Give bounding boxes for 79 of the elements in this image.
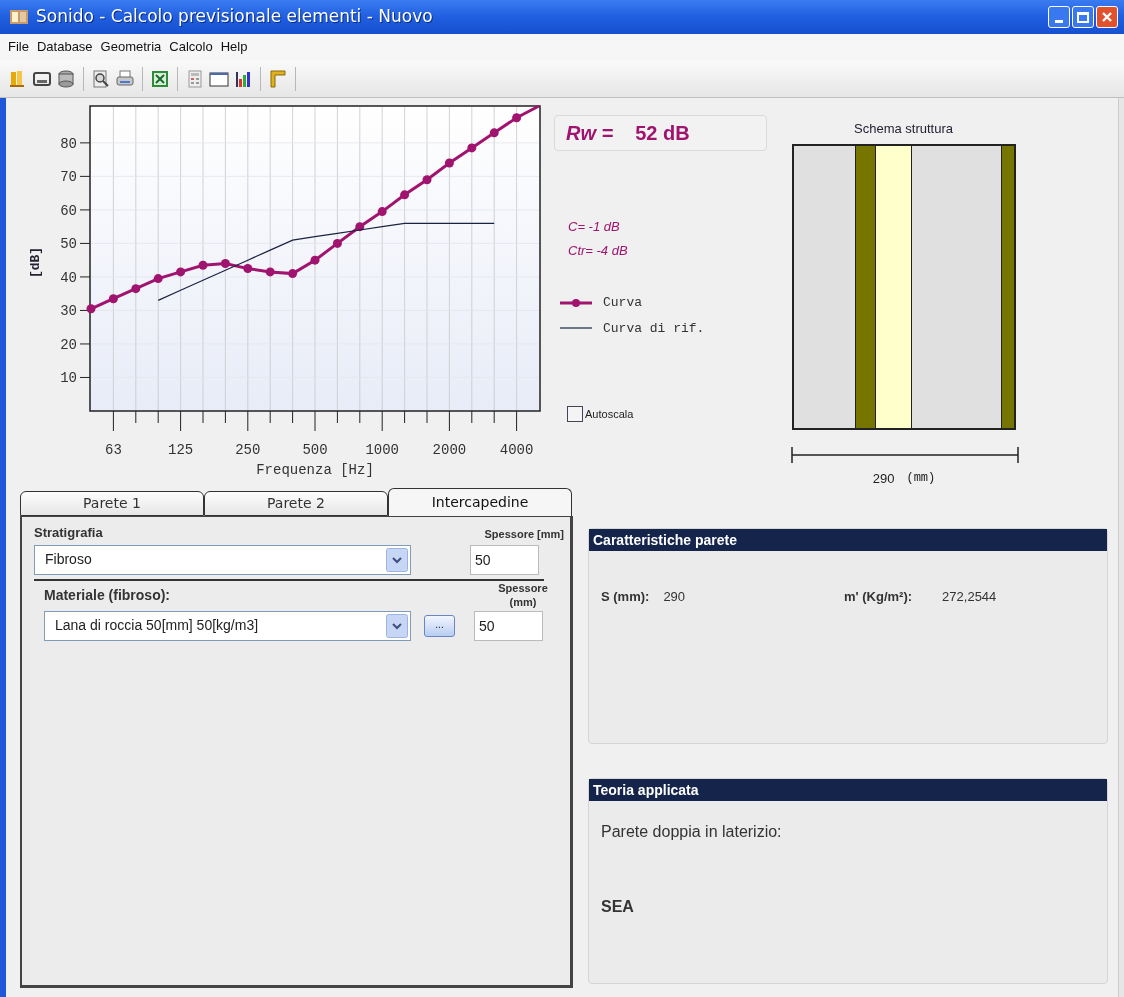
autoscala-label: Autoscala — [585, 407, 634, 422]
point — [198, 260, 208, 270]
menu-item[interactable]: Help — [216, 37, 252, 57]
y-tick-label: 60 — [60, 202, 77, 219]
point — [131, 284, 141, 294]
y-tick-label: 20 — [60, 336, 77, 353]
field-value: 272,2544 — [942, 588, 997, 606]
panel-header: Caratteristiche parete — [589, 529, 1107, 551]
legend-label: Curva di rif. — [603, 319, 705, 338]
y-tick-label: 80 — [60, 135, 77, 152]
point — [422, 175, 432, 185]
dimension-value: 290 — [872, 469, 895, 488]
structure-title: Schema struttura — [853, 120, 954, 138]
point — [220, 259, 230, 269]
y-tick-label: 70 — [60, 169, 77, 186]
c-index: C= -1 dB — [568, 218, 621, 236]
x-tick-label: 2000 — [432, 442, 467, 458]
thickness-label: Spessore [mm] — [484, 527, 564, 542]
y-tick-label: 40 — [60, 269, 77, 286]
x-axis-label: Frequenza [Hz] — [256, 462, 374, 478]
autoscala-checkbox[interactable] — [567, 406, 583, 423]
x-tick-label: 500 — [302, 442, 328, 458]
menu-item[interactable]: Calcolo — [165, 37, 217, 57]
thickness-label: Spessore (mm) — [497, 580, 549, 609]
point — [243, 264, 253, 274]
window-title: Sonido - Calcolo previsionale elementi - Nuovo — [36, 5, 433, 29]
stratigrafia-label: Stratigrafia — [34, 524, 103, 542]
y-tick-label: 50 — [60, 236, 77, 253]
x-tick-label: 4000 — [499, 442, 534, 458]
stratigrafia-dropdown[interactable]: Fibroso — [34, 544, 411, 575]
y-axis-label: [dB] — [28, 246, 43, 279]
point — [512, 113, 522, 123]
browse-button[interactable]: ... — [424, 614, 455, 637]
materiale-label: Materiale (fibroso): — [44, 585, 170, 605]
y-tick-label: 30 — [60, 303, 77, 320]
menu-item[interactable]: Database — [32, 37, 97, 57]
material-dropdown[interactable]: Lana di roccia 50[mm] 50[kg/m3] — [44, 610, 411, 641]
thickness-field[interactable]: 50 — [474, 610, 543, 641]
close-button[interactable] — [1096, 6, 1118, 28]
point — [108, 294, 118, 304]
minimize-button[interactable] — [1048, 6, 1070, 28]
book-icon — [10, 9, 28, 25]
y-tick-label: 10 — [60, 370, 77, 387]
point — [288, 269, 298, 279]
point — [444, 158, 454, 168]
marked-line-icon — [560, 297, 592, 308]
field-value: 290 — [663, 588, 686, 606]
menu-item[interactable]: Geometria — [96, 37, 166, 57]
point — [153, 274, 163, 284]
panel-header: Teoria applicata — [589, 779, 1107, 801]
thickness-field[interactable]: 50 — [470, 544, 539, 575]
field-label: m' (Kg/m²): — [844, 588, 913, 606]
field-label: S (mm): — [601, 588, 650, 606]
tab[interactable]: Parete 1 — [20, 491, 204, 516]
point — [377, 207, 387, 217]
x-tick-label: 250 — [235, 442, 261, 458]
point — [310, 255, 320, 265]
tab[interactable]: Intercapedine — [388, 488, 572, 516]
x-tick-label: 63 — [105, 442, 122, 458]
menu-item[interactable]: File — [4, 37, 33, 57]
x-tick-label: 125 — [168, 442, 194, 458]
dimension-unit: (mm) — [906, 469, 936, 487]
point — [176, 267, 186, 277]
point — [489, 128, 499, 138]
point — [332, 238, 342, 248]
legend-label: Curva — [603, 294, 642, 312]
point — [400, 190, 410, 200]
rw-label: Rw = — [566, 121, 614, 146]
point — [86, 304, 96, 314]
tab[interactable]: Parete 2 — [204, 491, 388, 516]
ctr-index: Ctr= -4 dB — [568, 241, 629, 260]
rw-value: 52 dB — [635, 121, 690, 146]
point — [467, 143, 477, 153]
theory-description: Parete doppia in laterizio: — [601, 822, 783, 842]
maximize-button[interactable] — [1072, 6, 1094, 28]
point — [265, 267, 275, 277]
x-tick-label: 1000 — [365, 442, 399, 458]
close-icon — [1101, 11, 1113, 23]
theory-method: SEA — [601, 897, 635, 917]
